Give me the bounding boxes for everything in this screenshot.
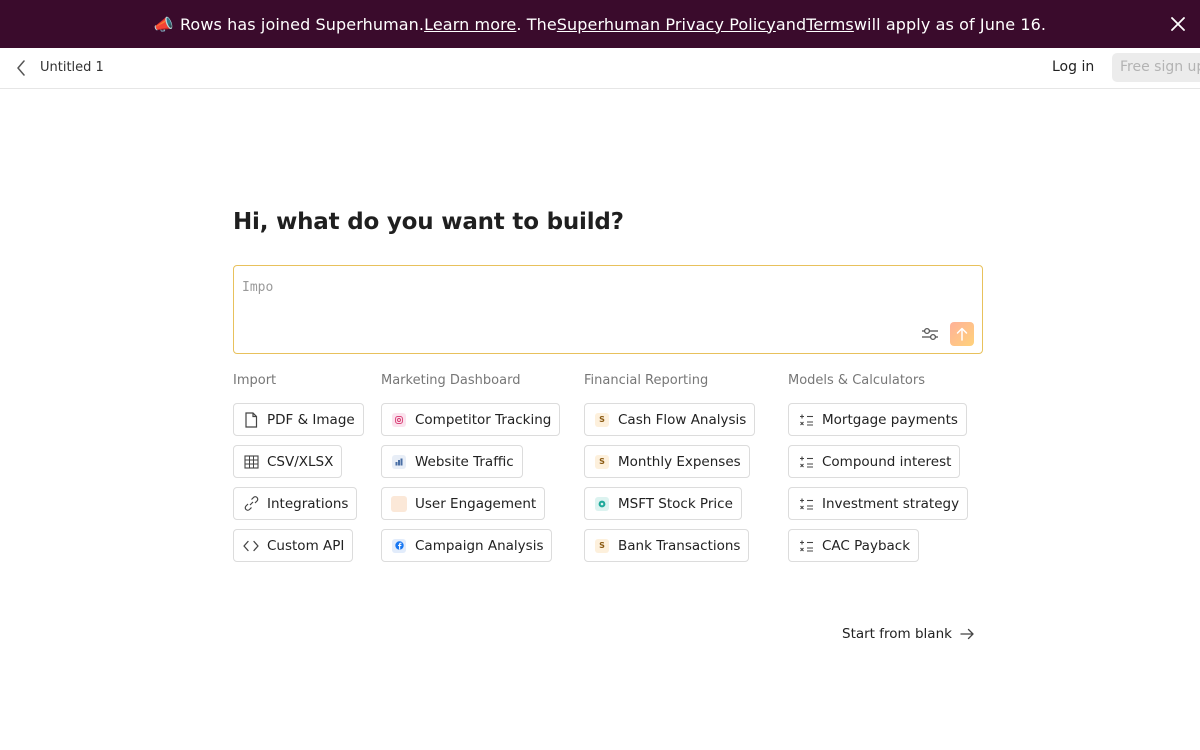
template-pdf-image[interactable]: PDF & Image — [233, 403, 364, 436]
dollar-icon: S — [594, 538, 610, 554]
column-title-models: Models & Calculators — [788, 373, 925, 388]
calculator-icon — [798, 412, 814, 428]
arrow-up-icon — [956, 327, 968, 341]
banner-text-2: . The — [516, 14, 557, 34]
banner-text-3: and — [775, 14, 807, 34]
calculator-icon — [798, 538, 814, 554]
template-bank-transactions[interactable]: S Bank Transactions — [584, 529, 750, 562]
template-label: MSFT Stock Price — [618, 495, 733, 512]
template-label: Investment strategy — [822, 495, 960, 512]
table-icon — [243, 454, 259, 470]
megaphone-icon: 📣 — [153, 14, 174, 34]
template-label: CSV/XLSX — [267, 453, 334, 470]
template-label: CAC Payback — [822, 537, 911, 554]
banner-text-1: Rows has joined Superhuman. — [179, 14, 425, 34]
close-icon — [1171, 17, 1185, 31]
stock-icon — [594, 496, 610, 512]
template-label: Competitor Tracking — [415, 411, 552, 428]
template-label: Custom API — [267, 537, 345, 554]
template-website-traffic[interactable]: Website Traffic — [381, 445, 523, 478]
link-icon — [243, 496, 259, 512]
template-label: Mortgage payments — [822, 411, 958, 428]
login-button[interactable]: Log in — [1052, 59, 1094, 75]
template-user-engagement[interactable]: User Engagement — [381, 487, 546, 520]
template-cash-flow-analysis[interactable]: S Cash Flow Analysis — [584, 403, 756, 436]
engagement-icon — [391, 495, 407, 512]
dollar-icon: S — [594, 412, 610, 428]
template-label: Bank Transactions — [618, 537, 741, 554]
calculator-icon — [798, 496, 814, 512]
prompt-input[interactable] — [242, 276, 902, 298]
template-custom-api[interactable]: Custom API — [233, 529, 354, 562]
template-label: Campaign Analysis — [415, 537, 544, 554]
settings-button[interactable] — [920, 325, 940, 343]
calculator-icon — [798, 454, 814, 470]
learn-more-link[interactable]: Learn more — [424, 15, 516, 34]
analytics-icon — [391, 454, 407, 470]
template-label: Monthly Expenses — [618, 453, 741, 470]
template-label: Cash Flow Analysis — [618, 411, 747, 428]
template-monthly-expenses[interactable]: S Monthly Expenses — [584, 445, 750, 478]
file-icon — [243, 411, 259, 428]
chevron-left-icon — [17, 60, 25, 76]
template-competitor-tracking[interactable]: Competitor Tracking — [381, 403, 561, 436]
column-title-import: Import — [233, 373, 277, 388]
top-bar: Untitled 1 Log in Free sign up — [0, 48, 1200, 89]
template-label: User Engagement — [415, 495, 537, 512]
announcement-banner: 📣 Rows has joined Superhuman. Learn more… — [0, 0, 1200, 48]
terms-link[interactable]: Terms — [806, 15, 854, 34]
banner-text-4: will apply as of June 16. — [853, 14, 1047, 34]
start-from-blank-button[interactable]: Start from blank — [842, 626, 975, 642]
template-mortgage-payments[interactable]: Mortgage payments — [788, 403, 967, 436]
template-csv-xlsx[interactable]: CSV/XLSX — [233, 445, 343, 478]
signup-button[interactable]: Free sign up — [1112, 53, 1200, 82]
column-title-marketing: Marketing Dashboard — [381, 373, 521, 388]
code-icon — [243, 538, 259, 554]
template-msft-stock-price[interactable]: MSFT Stock Price — [584, 487, 742, 520]
template-investment-strategy[interactable]: Investment strategy — [788, 487, 969, 520]
template-label: Compound interest — [822, 453, 952, 470]
privacy-policy-link[interactable]: Superhuman Privacy Policy — [557, 15, 776, 34]
close-banner-button[interactable] — [1166, 12, 1190, 36]
document-title[interactable]: Untitled 1 — [40, 60, 104, 75]
template-campaign-analysis[interactable]: Campaign Analysis — [381, 529, 553, 562]
template-label: Website Traffic — [415, 453, 514, 470]
prompt-box — [233, 265, 983, 354]
back-button[interactable] — [10, 56, 32, 80]
sliders-icon — [922, 327, 938, 341]
template-label: PDF & Image — [267, 411, 355, 428]
page-title: Hi, what do you want to build? — [233, 209, 624, 235]
dollar-icon: S — [594, 454, 610, 470]
template-integrations[interactable]: Integrations — [233, 487, 358, 520]
arrow-right-icon — [960, 628, 975, 640]
template-cac-payback[interactable]: CAC Payback — [788, 529, 920, 562]
instagram-icon — [391, 412, 407, 428]
column-title-financial: Financial Reporting — [584, 373, 709, 388]
template-compound-interest[interactable]: Compound interest — [788, 445, 961, 478]
facebook-icon — [391, 538, 407, 554]
template-label: Integrations — [267, 495, 349, 512]
send-button[interactable] — [950, 322, 974, 346]
start-from-blank-label: Start from blank — [842, 626, 952, 642]
